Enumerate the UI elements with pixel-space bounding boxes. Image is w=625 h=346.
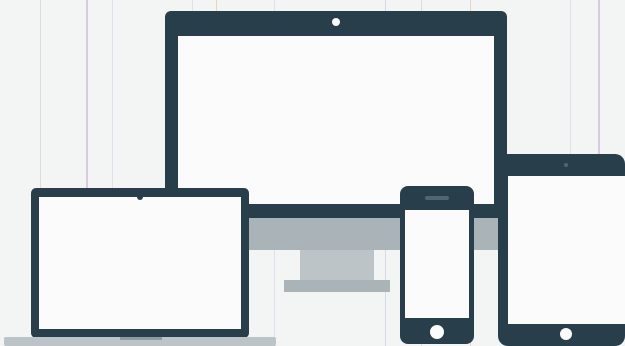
tablet-camera-icon — [564, 163, 568, 167]
laptop — [4, 188, 276, 346]
tablet-screen — [508, 176, 625, 324]
phone-speaker — [425, 196, 449, 200]
monitor-screen — [178, 36, 494, 204]
monitor-base — [284, 280, 390, 292]
webcam-icon — [332, 18, 340, 26]
phone-home-button-icon — [430, 325, 444, 339]
laptop-hinge — [120, 337, 162, 340]
tablet — [498, 154, 625, 346]
devices-illustration — [0, 0, 625, 346]
phone-screen — [405, 210, 469, 318]
tablet-home-button-icon — [560, 328, 572, 340]
laptop-webcam-icon — [137, 194, 143, 200]
monitor-neck — [300, 250, 374, 280]
smartphone — [400, 186, 474, 344]
laptop-screen — [39, 197, 241, 329]
